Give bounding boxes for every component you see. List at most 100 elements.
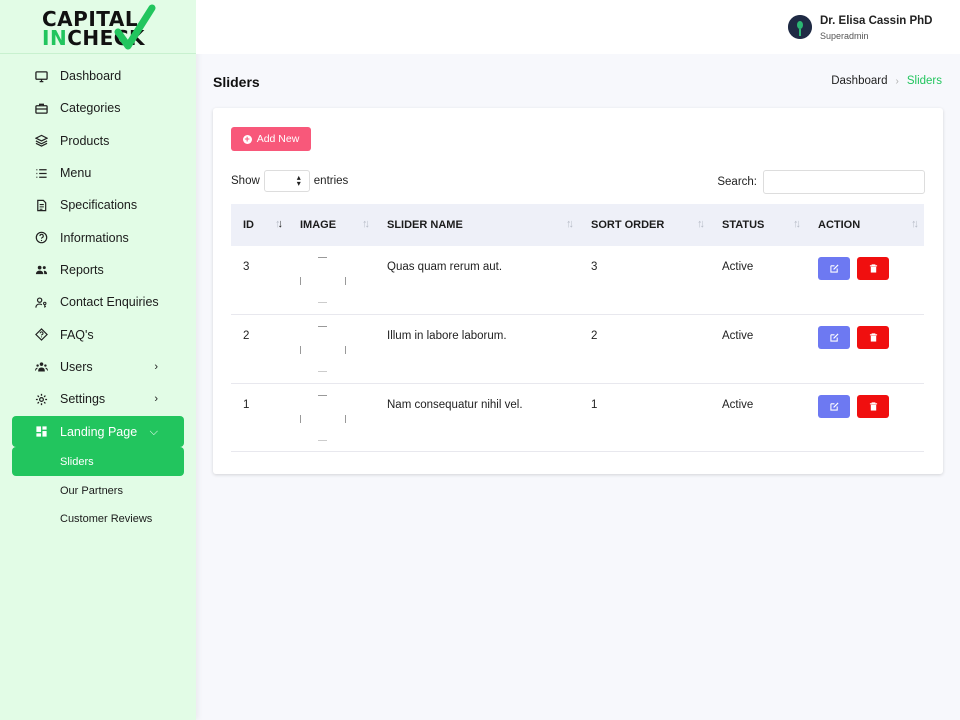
sort-icon: ↑↓	[362, 218, 370, 230]
cell-slider-name: Illum in labore laborum.	[387, 330, 507, 342]
brand-logo[interactable]: CAPITAL INCHECK	[0, 0, 196, 54]
delete-button[interactable]	[857, 326, 889, 349]
landing-page-submenu: Sliders Our Partners Customer Reviews	[0, 447, 196, 533]
edit-button[interactable]	[818, 326, 850, 349]
monitor-icon	[34, 69, 48, 83]
submenu-item-our-partners[interactable]: Our Partners	[0, 476, 196, 505]
avatar[interactable]	[788, 15, 812, 39]
sidebar-item-dashboard[interactable]: Dashboard	[0, 60, 196, 92]
sidebar-item-settings[interactable]: Settings ›	[0, 383, 196, 415]
sort-icon: ↑↓	[566, 218, 574, 230]
sidebar-item-label: Menu	[60, 166, 92, 181]
table-search: Search:	[717, 170, 925, 194]
search-input[interactable]	[763, 170, 925, 194]
user-key-icon	[34, 295, 48, 309]
sidebar-item-label: Reports	[60, 262, 104, 277]
sidebar-item-label: Categories	[60, 101, 121, 116]
sidebar-item-reports[interactable]: Reports	[0, 254, 196, 286]
sliders-card: + Add New Show ▴ ▾ entries Search: ID ↑↓ I…	[213, 108, 943, 474]
cell-id: 1	[243, 398, 250, 411]
sidebar-item-label: Informations	[60, 230, 129, 245]
sidebar-item-contact-enquiries[interactable]: Contact Enquiries	[0, 286, 196, 318]
delete-button[interactable]	[857, 257, 889, 280]
top-header: Dr. Elisa Cassin PhD Superadmin	[196, 0, 960, 54]
entries-length: Show ▴ ▾ entries	[231, 170, 348, 192]
breadcrumb-home[interactable]: Dashboard	[831, 75, 887, 87]
submenu-item-customer-reviews[interactable]: Customer Reviews	[0, 505, 196, 534]
cell-image	[288, 246, 375, 315]
edit-button[interactable]	[818, 257, 850, 280]
sort-icon: ↑↓	[793, 218, 801, 230]
cell-slider-name: Quas quam rerum aut.	[387, 261, 503, 273]
sidebar-item-label: Landing Page	[60, 424, 138, 439]
sidebar-item-label: Specifications	[60, 198, 138, 213]
sidebar: CAPITAL INCHECK Dashboard Categories Pro…	[0, 0, 196, 720]
document-icon	[34, 198, 48, 212]
chevron-right-icon: ›	[154, 360, 158, 373]
cell-action	[806, 246, 924, 315]
cell-image	[288, 383, 375, 452]
trash-icon	[869, 333, 877, 342]
user-role: Superadmin	[820, 31, 869, 41]
table-row: 1 Nam consequatur nihil vel. 1 Active	[231, 383, 924, 452]
sidebar-item-label: Dashboard	[60, 69, 122, 84]
sort-icon: ↑↓	[697, 218, 705, 230]
table-row: 2 Illum in labore laborum. 2 Active	[231, 315, 924, 384]
sidebar-item-label: Users	[60, 359, 93, 374]
add-new-label: Add New	[256, 133, 300, 145]
sidebar-item-menu[interactable]: Menu	[0, 157, 196, 189]
sidebar-item-specifications[interactable]: Specifications	[0, 189, 196, 221]
cell-sort-order: 3	[591, 261, 598, 273]
sidebar-item-informations[interactable]: Informations	[0, 221, 196, 253]
sidebar-item-products[interactable]: Products	[0, 125, 196, 157]
cell-status: Active	[722, 398, 754, 411]
delete-button[interactable]	[857, 394, 889, 418]
sidebar-item-label: Settings	[60, 392, 106, 407]
grid-icon	[34, 425, 48, 439]
people-icon	[34, 263, 48, 277]
trash-icon	[869, 401, 877, 411]
cell-id: 2	[243, 330, 250, 342]
sliders-table: ID ↑↓ IMAGE ↑↓ SLIDER NAME ↑↓ SORT ORDER ↑↓ …	[231, 204, 924, 452]
edit-icon	[829, 264, 839, 273]
cell-action	[806, 315, 924, 384]
logo-check-icon	[114, 4, 156, 50]
sidebar-nav: Dashboard Categories Products Menu Speci…	[0, 54, 196, 448]
layers-icon	[34, 134, 48, 148]
column-header-sort-order[interactable]: SORT ORDER ↑↓	[579, 204, 710, 246]
plus-circle-icon: +	[242, 133, 252, 144]
page-title: Sliders	[213, 74, 260, 90]
user-name[interactable]: Dr. Elisa Cassin PhD	[820, 15, 933, 27]
table-row: 3 Quas quam rerum aut. 3 Active	[231, 246, 924, 315]
broken-image-icon	[300, 394, 346, 441]
sidebar-item-landing-page[interactable]: Landing Page ⌵	[12, 416, 184, 448]
sidebar-item-categories[interactable]: Categories	[0, 92, 196, 124]
search-label: Search:	[717, 176, 757, 188]
list-icon	[34, 166, 48, 180]
briefcase-icon	[34, 101, 48, 115]
cell-id: 3	[243, 261, 250, 273]
add-new-button[interactable]: + Add New	[231, 127, 311, 151]
table-header-row: ID ↑↓ IMAGE ↑↓ SLIDER NAME ↑↓ SORT ORDER ↑↓ …	[231, 204, 924, 246]
column-header-id[interactable]: ID ↑↓	[231, 204, 288, 246]
sort-icon: ↑↓	[911, 218, 919, 230]
sidebar-item-users[interactable]: Users ›	[0, 351, 196, 383]
column-header-slider-name[interactable]: SLIDER NAME ↑↓	[375, 204, 579, 246]
sidebar-item-label: Products	[60, 133, 110, 148]
edit-button[interactable]	[818, 394, 850, 418]
question-icon	[34, 231, 48, 245]
column-header-status[interactable]: STATUS ↑↓	[710, 204, 806, 246]
column-header-action[interactable]: ACTION ↑↓	[806, 204, 924, 246]
show-label: Show	[231, 175, 260, 187]
column-header-image[interactable]: IMAGE ↑↓	[288, 204, 375, 246]
submenu-item-sliders[interactable]: Sliders	[12, 447, 184, 477]
entries-label: entries	[313, 175, 349, 187]
sidebar-item-label: FAQ's	[60, 327, 94, 342]
broken-image-icon	[300, 257, 346, 303]
sort-select-icon: ▴ ▾	[296, 173, 301, 188]
sidebar-item-faqs[interactable]: FAQ's	[0, 318, 196, 350]
entries-select[interactable]: ▴ ▾	[263, 170, 310, 192]
sort-icon: ↑↓	[275, 218, 283, 230]
trash-icon	[869, 264, 877, 273]
edit-icon	[829, 333, 839, 342]
